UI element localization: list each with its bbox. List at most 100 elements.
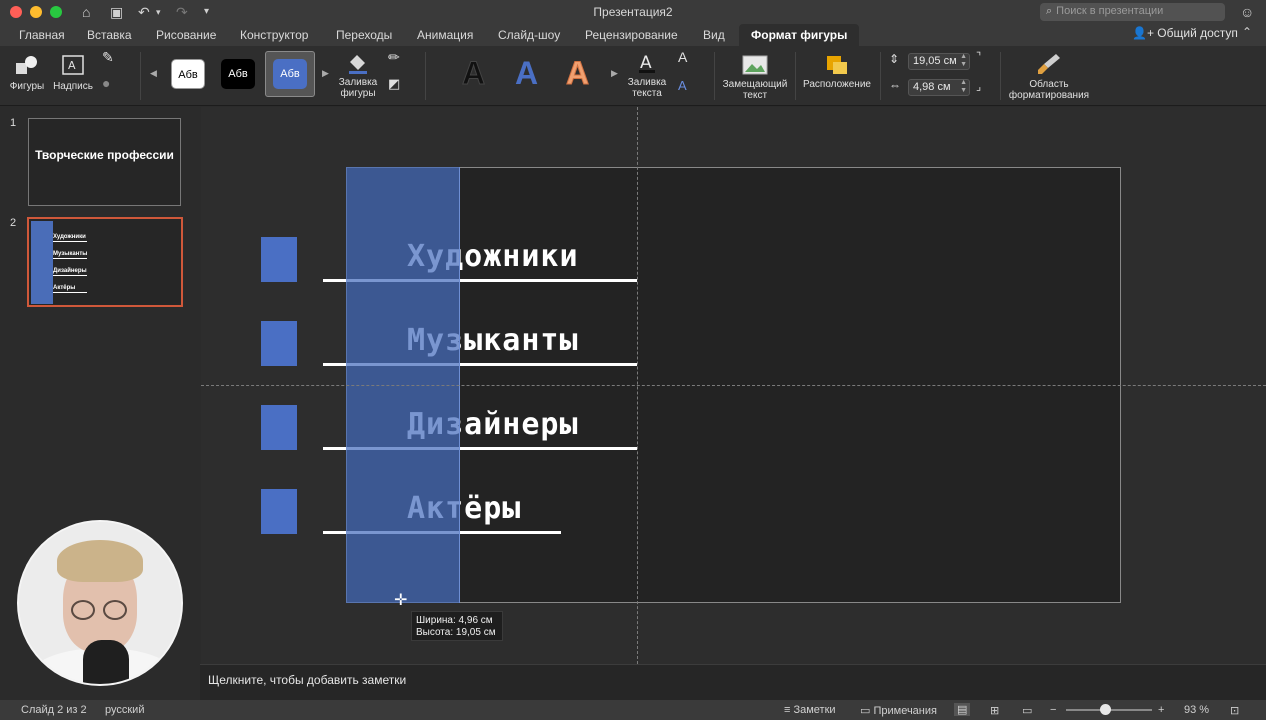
notes-toggle[interactable]: ≡ Заметки — [784, 704, 836, 716]
wordart-orange[interactable]: A — [565, 56, 589, 91]
bullet-square[interactable] — [261, 405, 297, 450]
arrange-icon — [827, 56, 847, 74]
shape-outline-icon[interactable]: ✏ — [388, 50, 400, 64]
thumbnail-item: Актёры — [53, 285, 87, 293]
tab-draw[interactable]: Рисование — [156, 26, 216, 44]
slide-thumbnail-1-title: Творческие профессии — [35, 148, 174, 162]
slide-editor-canvas[interactable]: Художники Музыканты Дизайнеры Актёры ✛ Ш… — [201, 107, 1266, 664]
shape-fill-button[interactable]: Заливка фигуры — [336, 52, 380, 99]
arrange-label: Расположение — [803, 79, 871, 90]
crosshair-cursor-icon: ✛ — [394, 592, 408, 609]
thumbnail-item: Дизайнеры — [53, 268, 87, 276]
notes-toggle-label: Заметки — [793, 704, 836, 716]
text-fill-label: Заливка текста — [627, 77, 667, 99]
shapes-button[interactable]: Фигуры — [8, 54, 46, 92]
account-icon[interactable]: ☺ — [1240, 3, 1254, 21]
slide-thumbnail-1[interactable]: Творческие профессии — [28, 118, 181, 206]
width-spin-arrows-icon[interactable]: ▲ ▼ — [960, 79, 967, 95]
shape-height-icon: ⇕ — [889, 52, 900, 66]
tab-home[interactable]: Главная — [19, 26, 65, 44]
search-icon: ⌕ — [1046, 5, 1053, 17]
textbox-button[interactable]: A Надпись — [50, 54, 96, 92]
ribbon-toolbar: Фигуры A Надпись ✎ ● ◀ Абв Абв Абв ▶ Зал… — [0, 46, 1266, 106]
fit-to-window-icon[interactable]: ⊡ — [1230, 704, 1239, 717]
notes-pane[interactable]: Щелкните, чтобы добавить заметки — [200, 664, 1266, 700]
shape-width-input[interactable]: 4,98 см ▲ ▼ — [908, 79, 970, 96]
bullet-square[interactable] — [261, 489, 297, 534]
arrange-button[interactable]: Расположение — [800, 52, 874, 90]
tab-insert[interactable]: Вставка — [87, 26, 132, 44]
text-outline-icon[interactable]: A — [678, 50, 687, 64]
comments-toggle[interactable]: ▭ Примечания — [860, 704, 937, 717]
thumbnail-item: Музыканты — [53, 251, 88, 259]
tab-view[interactable]: Вид — [703, 26, 725, 44]
zoom-out-icon[interactable]: − — [1050, 704, 1056, 716]
title-bar: ⌂ ▣ ↶ ▾ ↷ ▾ Презентация2 ⌕ Поиск в презен… — [0, 0, 1266, 24]
glasses-right-lens — [103, 600, 127, 620]
tab-slideshow[interactable]: Слайд-шоу — [498, 26, 560, 44]
textbox-label: Надпись — [53, 81, 93, 92]
glasses-left-lens — [71, 600, 95, 620]
wordart-scroll-right-icon[interactable]: ▶ — [611, 68, 618, 79]
normal-view-icon[interactable]: ▤ — [954, 703, 971, 716]
ribbon-tabs: Главная Вставка Рисование Конструктор Пе… — [0, 24, 1266, 46]
language-indicator[interactable]: русский — [105, 704, 144, 716]
tab-animations[interactable]: Анимация — [417, 26, 473, 44]
tab-review[interactable]: Рецензирование — [585, 26, 678, 44]
styles-scroll-right-icon[interactable]: ▶ — [322, 68, 329, 79]
merge-shapes-icon[interactable]: ● — [102, 76, 110, 90]
comments-toggle-label: Примечания — [873, 705, 937, 717]
slide-counter: Слайд 2 из 2 — [21, 704, 87, 716]
bullet-square[interactable] — [261, 321, 297, 366]
wordart-black[interactable]: A — [461, 56, 485, 91]
shape-style-black[interactable]: Абв — [221, 59, 255, 89]
shape-height-value: 19,05 см — [913, 55, 957, 67]
shape-style-blue[interactable]: Абв — [273, 59, 307, 89]
edit-shape-icon[interactable]: ✎ — [102, 50, 114, 64]
text-fill-icon: A — [639, 53, 655, 73]
webcam-overlay — [17, 520, 183, 686]
alt-text-button[interactable]: Замещающий текст — [720, 52, 790, 101]
zoom-level[interactable]: 93 % — [1184, 704, 1209, 716]
format-pane-button[interactable]: Область форматирования — [1006, 52, 1092, 101]
comment-icon: ▭ — [860, 705, 871, 717]
search-placeholder: Поиск в презентации — [1056, 5, 1164, 17]
search-input[interactable]: ⌕ Поиск в презентации — [1040, 3, 1225, 21]
shape-fill-label: Заливка фигуры — [338, 77, 378, 99]
wordart-blue[interactable]: A — [515, 56, 538, 90]
tab-shape-format[interactable]: Формат фигуры — [739, 24, 860, 46]
tab-design[interactable]: Конструктор — [240, 26, 308, 44]
status-bar: Слайд 2 из 2 русский ≡ Заметки ▭ Примеча… — [0, 700, 1266, 720]
paint-bucket-icon — [349, 55, 367, 74]
shape-height-input[interactable]: 19,05 см ▲ ▼ — [908, 53, 970, 70]
height-spin-arrows-icon[interactable]: ▲ ▼ — [960, 53, 967, 69]
tooltip-height: Высота: 19,05 см — [416, 627, 496, 638]
thumbnail-blue-bar — [31, 221, 53, 304]
format-pane-label: Область форматирования — [1008, 79, 1090, 101]
slide-sorter-view-icon[interactable]: ⊞ — [990, 704, 999, 717]
text-effects-icon[interactable]: A — [678, 79, 687, 92]
lock-aspect-icon[interactable]: ⌟ — [976, 82, 981, 93]
collapse-ribbon-icon[interactable]: ⌃ — [1242, 25, 1252, 39]
microphone — [83, 640, 129, 684]
shape-width-icon: ⇔ — [889, 78, 901, 92]
alt-text-icon — [742, 55, 768, 75]
shape-effects-icon[interactable]: ◩ — [388, 77, 400, 90]
tab-transitions[interactable]: Переходы — [336, 26, 392, 44]
zoom-slider-knob[interactable] — [1100, 704, 1111, 715]
shapes-icon — [16, 56, 37, 74]
share-button[interactable]: 👤+ Общий доступ — [1132, 26, 1238, 40]
size-dialog-icon[interactable]: ⌝ — [976, 52, 981, 63]
size-tooltip: Ширина: 4,96 см Высота: 19,05 см — [411, 611, 503, 641]
format-brush-icon — [1038, 54, 1060, 74]
styles-scroll-left-icon[interactable]: ◀ — [150, 68, 157, 79]
bullet-square[interactable] — [261, 237, 297, 282]
reading-view-icon[interactable]: ▭ — [1022, 704, 1032, 717]
slide-number-1: 1 — [10, 117, 17, 129]
shape-style-white[interactable]: Абв — [171, 59, 205, 89]
thumbnail-item: Художники — [53, 234, 87, 242]
slide-thumbnail-2[interactable]: Художники Музыканты Дизайнеры Актёры — [27, 217, 183, 307]
text-fill-button[interactable]: A Заливка текста — [624, 52, 670, 99]
textbox-icon: A — [62, 55, 84, 75]
zoom-in-icon[interactable]: + — [1158, 704, 1164, 716]
